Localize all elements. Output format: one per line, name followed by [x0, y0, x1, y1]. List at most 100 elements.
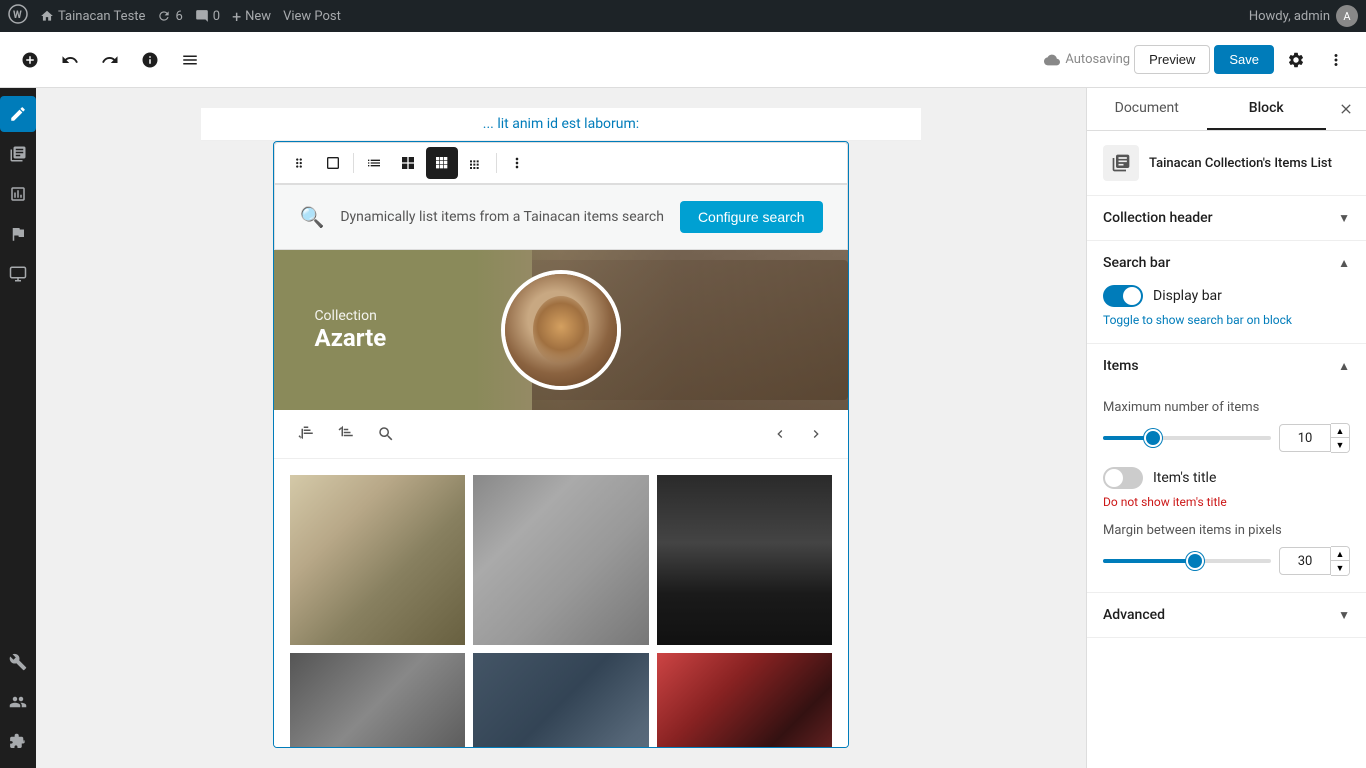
- next-page-button[interactable]: [800, 418, 832, 450]
- admin-bar: W Tainacan Teste 6 0 + New View Post How…: [0, 0, 1366, 32]
- options-button[interactable]: [172, 42, 208, 78]
- sidebar-item-users[interactable]: [0, 684, 36, 720]
- comment-icon: [195, 9, 209, 23]
- items-section-toggle[interactable]: Items ▲: [1087, 344, 1366, 388]
- comments-count[interactable]: 0: [195, 9, 220, 24]
- collection-header-toggle[interactable]: Collection header ▼: [1087, 196, 1366, 240]
- prev-page-button[interactable]: [764, 418, 796, 450]
- info-button[interactable]: [132, 42, 168, 78]
- chevron-down-icon: ▼: [1338, 211, 1350, 225]
- autosave-status: Autosaving: [1044, 52, 1130, 68]
- sort-asc-icon: [297, 425, 315, 443]
- display-bar-row: Display bar: [1103, 285, 1350, 307]
- view-medium-button[interactable]: [392, 147, 424, 179]
- site-name[interactable]: Tainacan Teste: [40, 9, 145, 24]
- display-bar-hint: Toggle to show search bar on block: [1103, 313, 1350, 327]
- sidebar-item-tainacan[interactable]: [0, 256, 36, 292]
- max-items-slider-track[interactable]: [1103, 436, 1271, 440]
- more-block-options[interactable]: [501, 147, 533, 179]
- sort-asc-button[interactable]: [290, 418, 322, 450]
- chevron-down-icon2: ▼: [1338, 608, 1350, 622]
- sort-desc-icon: [337, 425, 355, 443]
- gallery-item-4[interactable]: [290, 653, 465, 748]
- collection-icon: [9, 265, 27, 283]
- transform-button[interactable]: [317, 147, 349, 179]
- configure-search-button[interactable]: Configure search: [680, 201, 823, 233]
- max-items-down[interactable]: ▼: [1331, 438, 1349, 452]
- plus-circle-icon: [21, 51, 39, 69]
- margin-slider-track[interactable]: [1103, 559, 1271, 563]
- display-bar-toggle[interactable]: [1103, 285, 1143, 307]
- collection-title: Azarte: [314, 324, 386, 352]
- sidebar-item-flag[interactable]: [0, 216, 36, 252]
- new-link[interactable]: + New: [232, 7, 271, 26]
- svg-text:W: W: [13, 10, 22, 21]
- search-bar-toggle[interactable]: Search bar ▲: [1087, 241, 1366, 285]
- panel-block-header: Tainacan Collection's Items List: [1087, 131, 1366, 196]
- margin-down[interactable]: ▼: [1331, 561, 1349, 575]
- undo-button[interactable]: [52, 42, 88, 78]
- panel-tabs: Document Block: [1087, 88, 1366, 131]
- view-justified-button[interactable]: [460, 147, 492, 179]
- cropped-text: ... lit anim id est laborum:: [201, 108, 921, 141]
- menu-icon: [181, 51, 199, 69]
- search-description: Dynamically list items from a Tainacan i…: [340, 209, 664, 225]
- view-post-link[interactable]: View Post: [283, 9, 341, 24]
- max-items-up[interactable]: ▲: [1331, 424, 1349, 438]
- grid-icon: [434, 155, 450, 171]
- gear-icon: [1287, 51, 1305, 69]
- search-icon: [377, 425, 395, 443]
- sidebar-item-plugins[interactable]: [0, 724, 36, 760]
- advanced-section-toggle[interactable]: Advanced ▼: [1087, 593, 1366, 637]
- pagination-arrows: [764, 418, 832, 450]
- margin-number: 30 ▲ ▼: [1279, 546, 1350, 576]
- search-config-icon: 🔍: [299, 205, 324, 229]
- items-section-content: Maximum number of items 10 ▲ ▼: [1087, 400, 1366, 592]
- section-collection-header: Collection header ▼: [1087, 196, 1366, 241]
- sort-desc-button[interactable]: [330, 418, 362, 450]
- max-items-value[interactable]: 10: [1279, 424, 1331, 452]
- margin-value[interactable]: 30: [1279, 547, 1331, 575]
- right-panel: Document Block Tainacan Collection's Ite…: [1086, 88, 1366, 768]
- save-button[interactable]: Save: [1214, 45, 1274, 74]
- tab-document[interactable]: Document: [1087, 88, 1207, 130]
- view-list-button[interactable]: [358, 147, 390, 179]
- sidebar-item-edit[interactable]: [0, 96, 36, 132]
- block-type-icon: [1103, 145, 1139, 181]
- more-options-button[interactable]: [1318, 42, 1354, 78]
- chevron-up-icon: ▲: [1338, 256, 1350, 270]
- settings-button[interactable]: [1278, 42, 1314, 78]
- updates-count[interactable]: 6: [157, 9, 182, 24]
- inserter-button[interactable]: [12, 42, 48, 78]
- panel-close-button[interactable]: [1326, 88, 1366, 130]
- close-icon: [1338, 101, 1354, 117]
- preview-button[interactable]: Preview: [1134, 45, 1210, 74]
- collection-block-icon: [1111, 153, 1131, 173]
- sidebar-item-pages[interactable]: [0, 176, 36, 212]
- items-section-label: Items: [1103, 358, 1139, 374]
- redo-button[interactable]: [92, 42, 128, 78]
- margin-arrows: ▲ ▼: [1331, 546, 1350, 576]
- tab-block[interactable]: Block: [1207, 88, 1327, 130]
- gallery-toolbar: [274, 410, 847, 459]
- items-title-toggle[interactable]: [1103, 467, 1143, 489]
- block-drag-button[interactable]: [283, 147, 315, 179]
- margin-up[interactable]: ▲: [1331, 547, 1349, 561]
- gallery-item-6[interactable]: [657, 653, 832, 748]
- search-bar-content: Display bar Toggle to show search bar on…: [1087, 285, 1366, 343]
- search-gallery-button[interactable]: [370, 418, 402, 450]
- sidebar-item-tools[interactable]: [0, 644, 36, 680]
- list-icon: [366, 155, 382, 171]
- gallery-item-3[interactable]: [657, 475, 832, 645]
- gallery-item-1[interactable]: [290, 475, 465, 645]
- configure-search-bar: 🔍 Dynamically list items from a Tainacan…: [274, 184, 847, 250]
- view-grid-button[interactable]: [426, 147, 458, 179]
- collection-info: Collection Azarte: [314, 308, 386, 352]
- gallery-item-5[interactable]: [473, 653, 648, 748]
- max-items-slider-thumb: [1146, 431, 1160, 445]
- chevron-up-icon2: ▲: [1338, 359, 1350, 373]
- block-toolbar: [274, 142, 847, 184]
- gallery-item-2[interactable]: [473, 475, 648, 645]
- pattern-icon: [9, 145, 27, 163]
- sidebar-item-patterns[interactable]: [0, 136, 36, 172]
